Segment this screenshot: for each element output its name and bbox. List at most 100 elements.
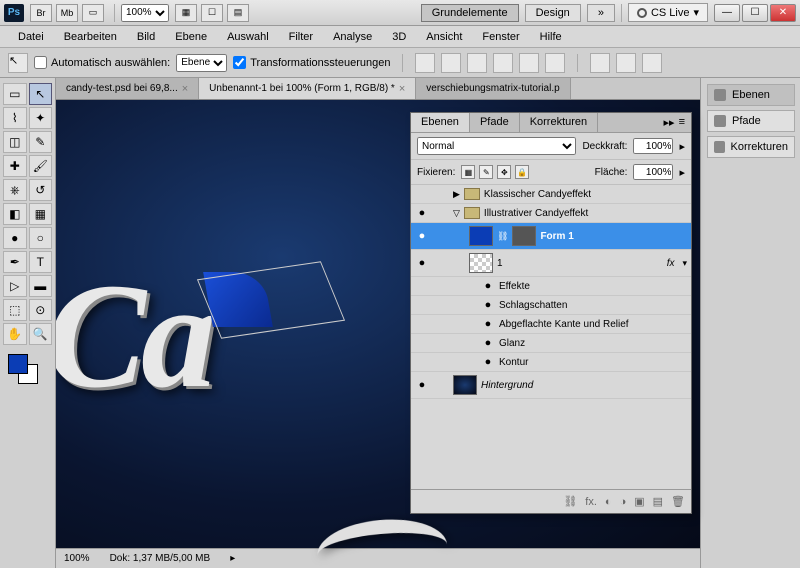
transform-controls-checkbox[interactable]: Transformationssteuerungen [233,56,390,69]
pen-tool[interactable]: ✒ [3,251,27,273]
adjustment-layer-icon[interactable]: ◑ [620,496,627,508]
visibility-icon[interactable]: ● [481,280,495,292]
layer-group-illustrativ[interactable]: ● ▽ Illustrativer Candyeffekt [411,204,691,223]
lock-paint-icon[interactable]: ✎ [479,165,493,179]
layer-hintergrund[interactable]: ● Hintergrund [411,372,691,399]
distribute-icon-2[interactable] [616,53,636,73]
menu-datei[interactable]: Datei [8,31,54,43]
disclosure-icon[interactable]: ▶ [453,189,460,200]
type-tool[interactable]: T [29,251,53,273]
blend-mode-select[interactable]: Normal [417,137,576,155]
auto-select-checkbox[interactable]: Automatisch auswählen: [34,56,170,69]
visibility-icon[interactable]: ● [481,299,495,311]
effect-kontur[interactable]: ●Kontur [411,353,691,372]
bridge-button[interactable]: Br [30,4,52,22]
align-hmid-icon[interactable] [519,53,539,73]
3d-tool[interactable]: ⬚ [3,299,27,321]
disclosure-icon[interactable]: ▽ [453,208,460,219]
eraser-tool[interactable]: ◧ [3,203,27,225]
menu-ebene[interactable]: Ebene [165,31,217,43]
effect-kante-relief[interactable]: ●Abgeflachte Kante und Relief [411,315,691,334]
heal-tool[interactable]: ✚ [3,155,27,177]
lasso-tool[interactable]: ⌇ [3,107,27,129]
new-layer-icon[interactable]: ▤ [653,495,663,508]
menu-3d[interactable]: 3D [382,31,416,43]
workspace-more[interactable]: » [587,4,615,22]
doc-tab-1[interactable]: Unbenannt-1 bei 100% (Form 1, RGB/8) *× [199,78,416,99]
doc-size[interactable]: Dok: 1,37 MB/5,00 MB [110,553,211,564]
lock-pixels-icon[interactable]: ▦ [461,165,475,179]
menu-fenster[interactable]: Fenster [472,31,529,43]
view-extras-button[interactable]: ▦ [175,4,197,22]
align-left-icon[interactable] [493,53,513,73]
panel-menu-icon[interactable]: ≡ [679,116,685,129]
move-tool[interactable]: ↖ [29,83,53,105]
opacity-input[interactable] [633,138,673,154]
align-right-icon[interactable] [545,53,565,73]
lock-position-icon[interactable]: ✥ [497,165,511,179]
mask-thumbnail[interactable] [512,226,536,246]
doc-tab-0[interactable]: candy-test.psd bei 69,8...× [56,78,199,99]
dock-ebenen[interactable]: Ebenen [707,84,795,106]
path-select-tool[interactable]: ▷ [3,275,27,297]
panel-tab-korrekturen[interactable]: Korrekturen [520,113,598,132]
doc-tab-2[interactable]: verschiebungsmatrix-tutorial.p [416,78,570,99]
workspace-grundelemente[interactable]: Grundelemente [421,4,519,22]
layer-thumbnail[interactable] [453,375,477,395]
close-tab-icon[interactable]: × [399,83,405,95]
3d-camera-tool[interactable]: ⊙ [29,299,53,321]
effect-glanz[interactable]: ●Glanz [411,334,691,353]
fill-flyout-icon[interactable]: ▸ [679,166,685,179]
visibility-icon[interactable]: ● [415,257,429,269]
visibility-icon[interactable]: ● [481,337,495,349]
align-top-icon[interactable] [415,53,435,73]
collapse-icon[interactable]: ▸▸ [664,116,675,129]
fx-badge[interactable]: fx [667,258,675,269]
zoom-field[interactable]: 100% [64,553,90,564]
visibility-icon[interactable]: ● [415,207,429,219]
effects-header[interactable]: ● Effekte [411,277,691,296]
menu-bild[interactable]: Bild [127,31,165,43]
visibility-icon[interactable]: ● [481,318,495,330]
visibility-icon[interactable]: ● [415,230,429,242]
menu-ansicht[interactable]: Ansicht [416,31,472,43]
layer-group-klassisch[interactable]: ▶ Klassischer Candyeffekt [411,185,691,204]
link-icon[interactable]: ⛓ [497,231,508,242]
delete-layer-icon[interactable]: 🗑 [671,495,685,508]
auto-select-target[interactable]: Ebene [176,54,227,72]
shape-tool[interactable]: ▬ [29,275,53,297]
menu-analyse[interactable]: Analyse [323,31,382,43]
new-group-icon[interactable]: ▣ [634,495,644,508]
grid-button[interactable]: ▤ [227,4,249,22]
visibility-icon[interactable]: ● [415,379,429,391]
opacity-flyout-icon[interactable]: ▸ [679,140,685,153]
layer-thumbnail[interactable] [469,253,493,273]
layer-mask-icon[interactable]: ◐ [605,496,612,508]
zoom-tool[interactable]: 🔍 [29,323,53,345]
link-layers-icon[interactable]: ⛓ [563,495,577,508]
align-bottom-icon[interactable] [467,53,487,73]
distribute-icon-1[interactable] [590,53,610,73]
layer-form-1[interactable]: ● ⛓ Form 1 [411,223,691,250]
dock-korrekturen[interactable]: Korrekturen [707,136,795,158]
dock-pfade[interactable]: Pfade [707,110,795,132]
minimize-button[interactable]: — [714,4,740,22]
close-button[interactable]: ✕ [770,4,796,22]
blur-tool[interactable]: ● [3,227,27,249]
stamp-tool[interactable]: ⎈ [3,179,27,201]
cs-live-button[interactable]: CS Live▾ [628,3,708,22]
menu-auswahl[interactable]: Auswahl [217,31,279,43]
layer-style-icon[interactable]: fx. [585,496,597,508]
maximize-button[interactable]: ☐ [742,4,768,22]
marquee-tool[interactable]: ▭ [3,83,27,105]
workspace-design[interactable]: Design [525,4,581,22]
brush-tool[interactable]: 🖌 [29,155,53,177]
wand-tool[interactable]: ✦ [29,107,53,129]
arrange-button[interactable]: ☐ [201,4,223,22]
distribute-icon-3[interactable] [642,53,662,73]
color-swatch[interactable] [8,354,36,382]
close-tab-icon[interactable]: × [182,83,188,95]
history-brush-tool[interactable]: ↺ [29,179,53,201]
effect-schlagschatten[interactable]: ●Schlagschatten [411,296,691,315]
fill-input[interactable] [633,164,673,180]
